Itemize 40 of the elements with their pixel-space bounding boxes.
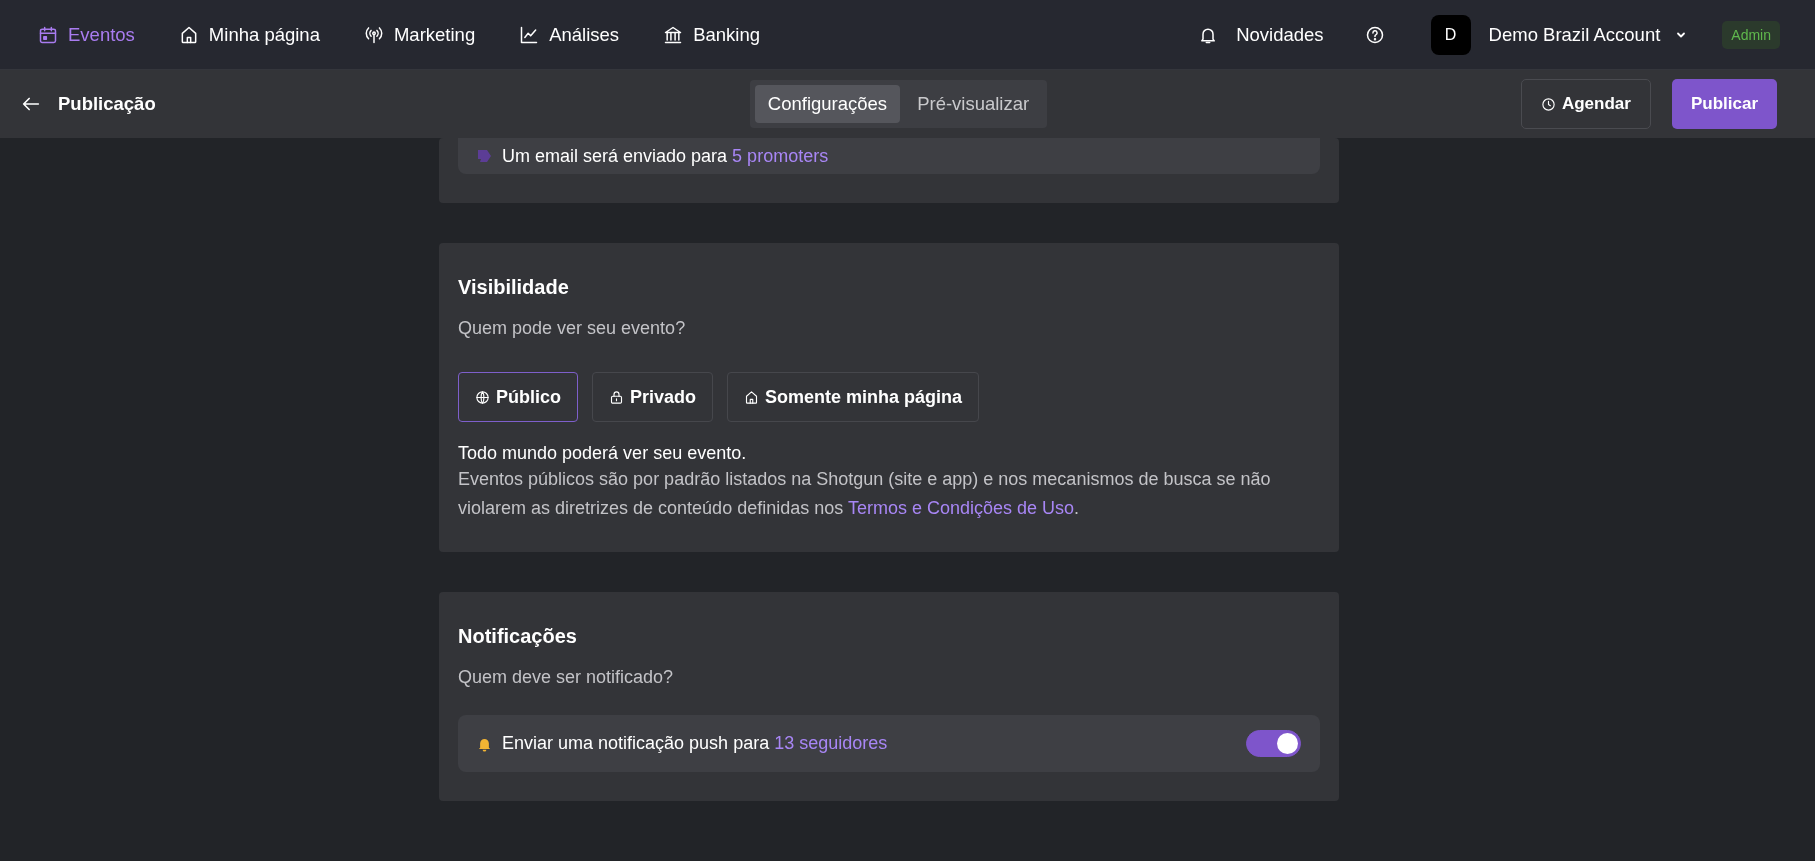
home-icon [744, 389, 760, 405]
section-title: Notificações [458, 625, 578, 649]
section-subtitle: Quem deve ser notificado? [458, 667, 675, 689]
schedule-button[interactable]: Agendar [1520, 79, 1651, 129]
line-chart-icon [519, 24, 540, 45]
caret-icon[interactable] [1676, 30, 1687, 39]
help-icon[interactable] [1364, 24, 1385, 45]
bank-icon [663, 24, 684, 45]
nav-item[interactable]: Eventos [38, 23, 135, 46]
lock-icon [609, 389, 624, 405]
visibility-option[interactable]: Público [458, 372, 578, 422]
promoters-link[interactable]: 5 promoters [732, 145, 829, 166]
antenna-icon [363, 24, 384, 45]
terms-link[interactable]: Termos e Condições de Uso [847, 498, 1074, 519]
email-notice: Um email será enviado para 5 promoters [502, 145, 829, 167]
account-name[interactable]: Demo Brazil Account [1488, 23, 1661, 46]
calendar-icon [38, 24, 58, 45]
globe-icon [475, 389, 490, 405]
page-title: Publicação [58, 93, 156, 115]
nav-item[interactable]: Minha página [178, 23, 320, 46]
visibility-option[interactable]: Privado [592, 372, 714, 422]
section-subtitle: Quem pode ver seu evento? [458, 318, 687, 339]
nav-item[interactable]: Análises [519, 23, 620, 46]
nav-item[interactable]: Banking [663, 23, 760, 46]
visibility-option[interactable]: Somente minha página [727, 372, 980, 422]
tab[interactable]: Pré-visualizar [904, 85, 1043, 123]
visibility-summary: Todo mundo poderá ver seu evento. [458, 442, 748, 465]
section-title: Visibilidade [458, 276, 570, 299]
toggle-switch[interactable] [1246, 730, 1301, 758]
publish-button[interactable]: Publicar [1671, 79, 1777, 129]
account-avatar[interactable]: D [1430, 14, 1471, 55]
visibility-description: Eventos públicos são por padrão listados na Shotgun (site e app) e nos mecanismos de busca se não violarem as diretrizes de conteúdo definidas nos Termos e Condições de Uso. [458, 468, 1272, 521]
push-notice: Enviar uma notificação push para 13 seguidores [502, 733, 888, 755]
followers-link[interactable]: 13 seguidores [774, 733, 888, 754]
tab[interactable]: Configurações [754, 85, 901, 123]
role-badge: Admin [1722, 20, 1780, 49]
nav-item[interactable]: Marketing [363, 23, 476, 46]
news-link[interactable]: Novidades [1236, 23, 1324, 46]
clock-icon [1540, 96, 1556, 112]
message-icon [477, 149, 492, 163]
